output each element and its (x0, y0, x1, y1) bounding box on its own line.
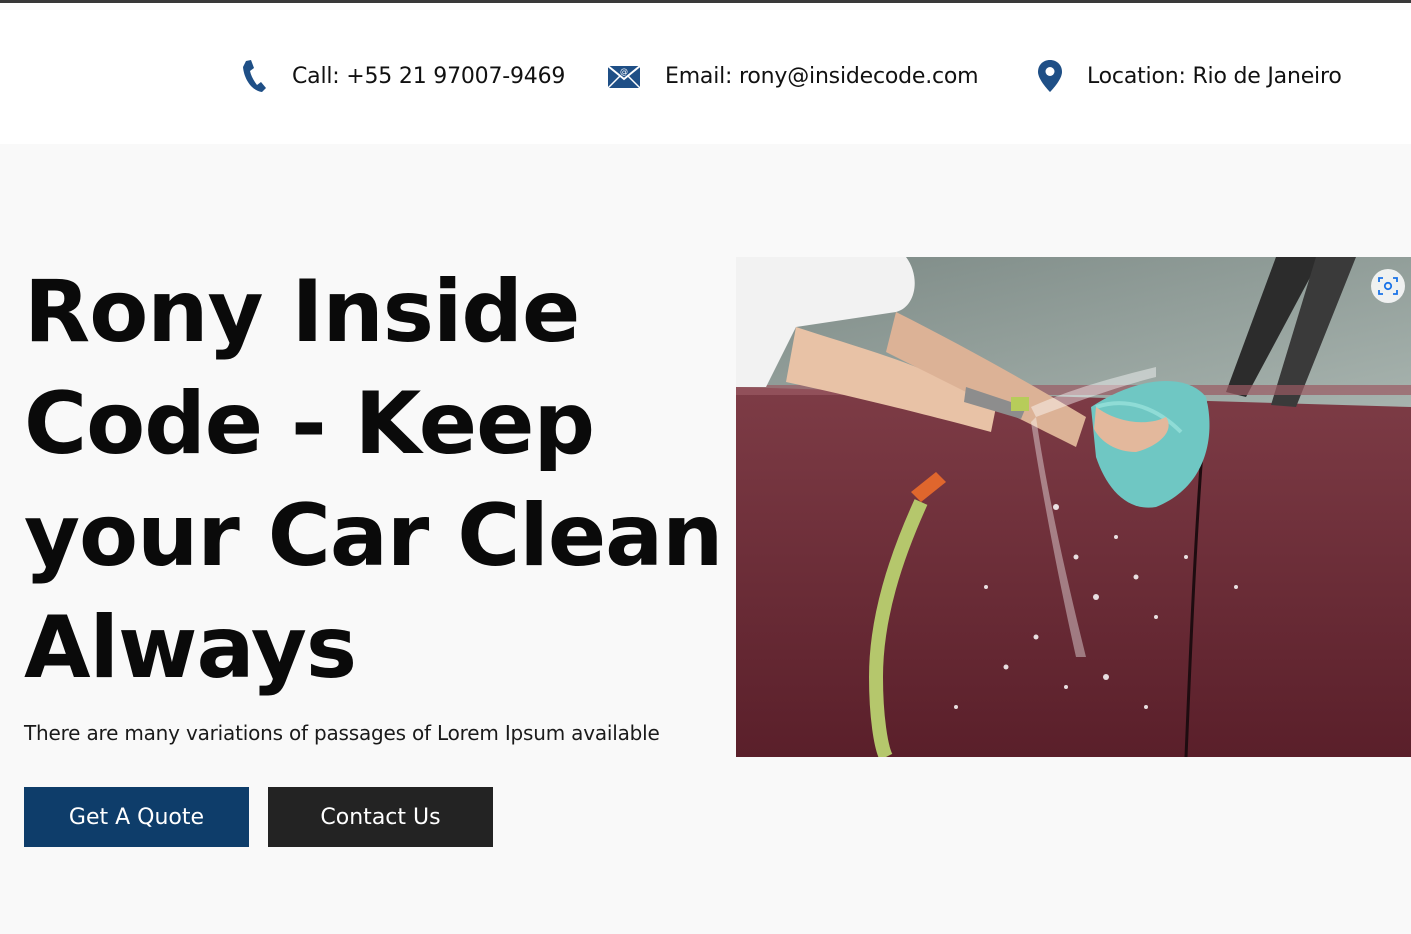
contact-email[interactable]: @ Email: rony@insidecode.com (607, 58, 979, 94)
envelope-icon: @ (607, 62, 641, 90)
svg-text:@: @ (620, 67, 628, 76)
map-pin-icon (1036, 58, 1064, 94)
hero-headline: Rony Inside Code - Keep your Car Clean A… (24, 262, 723, 698)
visual-search-icon[interactable] (1371, 269, 1405, 303)
hero-image (736, 257, 1411, 757)
hero-section: Rony Inside Code - Keep your Car Clean A… (0, 144, 1411, 934)
phone-icon (240, 58, 268, 94)
phone-text: Call: +55 21 97007-9469 (292, 63, 566, 89)
contact-us-button[interactable]: Contact Us (268, 787, 493, 847)
email-text: Email: rony@insidecode.com (665, 63, 979, 89)
location-text: Location: Rio de Janeiro (1087, 63, 1342, 89)
contact-bar: Call: +55 21 97007-9469 @ Email: rony@in… (0, 3, 1411, 144)
get-quote-button[interactable]: Get A Quote (24, 787, 249, 847)
contact-location[interactable]: Location: Rio de Janeiro (1036, 58, 1342, 94)
hero-subtitle: There are many variations of passages of… (24, 721, 660, 745)
car-wash-illustration (736, 257, 1411, 757)
contact-phone[interactable]: Call: +55 21 97007-9469 (240, 58, 565, 94)
